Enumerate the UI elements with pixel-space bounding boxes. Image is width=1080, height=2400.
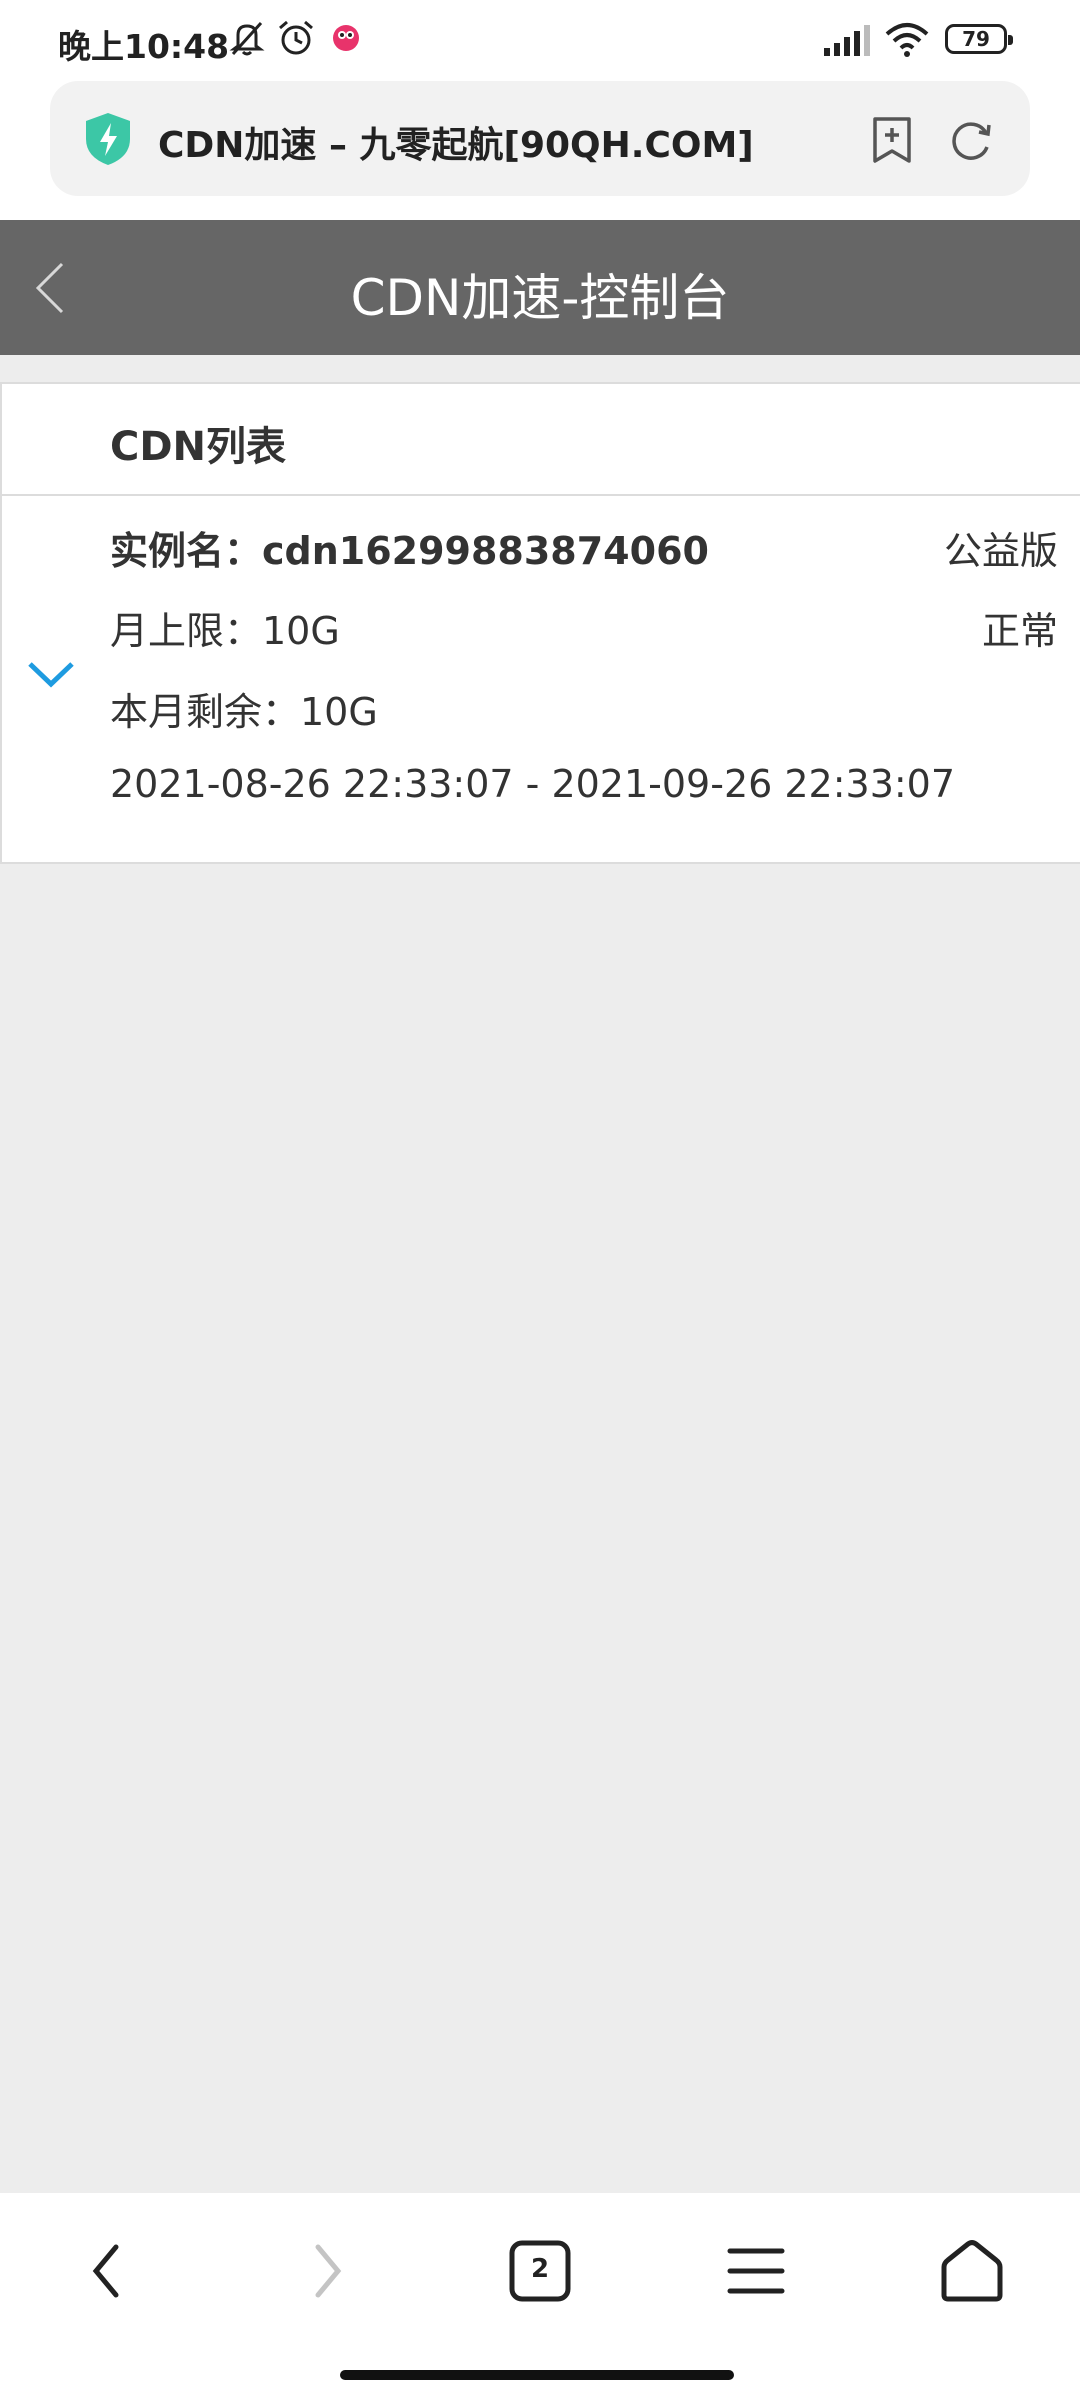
home-icon[interactable]	[932, 2231, 1012, 2311]
status-time: 晚上10:48	[58, 27, 230, 66]
back-icon[interactable]	[68, 2231, 148, 2311]
cdn-list-card: CDN列表 实例名：cdn16299883874060 月上限：10G 本月剩余…	[0, 382, 1080, 864]
gesture-bar[interactable]	[340, 2370, 734, 2380]
bell-off-icon	[229, 21, 265, 56]
cdn-instance-item[interactable]: 实例名：cdn16299883874060 月上限：10G 本月剩余：10G 2…	[2, 496, 1080, 864]
edition-label: 公益版	[943, 529, 1058, 573]
app-notification-icon	[333, 25, 359, 51]
forward-icon[interactable]	[286, 2231, 366, 2311]
status-bar: 晚上10:48 79	[0, 0, 1080, 78]
address-bar[interactable]: CDN加速 – 九零起航[90QH.COM]	[50, 81, 1030, 196]
app-header: CDN加速-控制台	[0, 220, 1080, 355]
chevron-down-icon[interactable]	[26, 656, 76, 692]
alarm-icon	[279, 20, 313, 55]
remaining-quota: 本月剩余：10G	[110, 690, 378, 734]
shield-icon	[86, 113, 130, 165]
battery-indicator: 79	[945, 24, 1013, 54]
wifi-icon	[885, 23, 929, 57]
tab-count: 2	[530, 2254, 550, 2284]
add-bookmark-icon[interactable]	[868, 115, 916, 165]
page-title: CDN加速-控制台	[350, 269, 730, 327]
cdn-list-title: CDN列表	[110, 424, 287, 470]
battery-level: 79	[962, 27, 990, 51]
monthly-limit: 月上限：10G	[110, 609, 340, 653]
reload-icon[interactable]	[946, 115, 996, 165]
status-label: 正常	[981, 609, 1058, 653]
browser-bottom-nav: 2	[0, 2193, 1080, 2400]
validity-period: 2021-08-26 22:33:07 - 2021-09-26 22:33:0…	[110, 762, 956, 806]
tabs-button[interactable]: 2	[500, 2231, 580, 2311]
instance-name: 实例名：cdn16299883874060	[110, 529, 709, 573]
signal-icon	[824, 25, 870, 56]
cdn-list-header: CDN列表	[2, 384, 1080, 496]
menu-icon[interactable]	[716, 2231, 796, 2311]
page-tab-title: CDN加速 – 九零起航[90QH.COM]	[158, 125, 754, 166]
browser-toolbar: CDN加速 – 九零起航[90QH.COM]	[0, 78, 1080, 220]
